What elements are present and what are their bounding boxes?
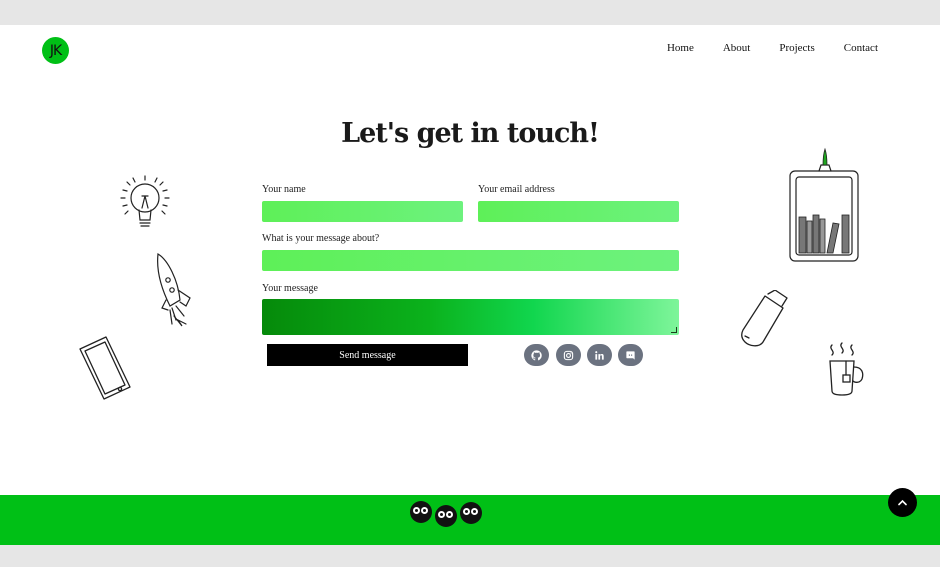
soot-sprite-icon: [435, 505, 457, 527]
send-message-button[interactable]: Send message: [267, 344, 468, 366]
main-nav: Home About Projects Contact: [638, 42, 878, 54]
instagram-icon[interactable]: [556, 344, 581, 366]
coffee-mug-icon: [829, 342, 864, 396]
name-label: Your name: [262, 184, 306, 195]
subject-label: What is your message about?: [262, 233, 380, 244]
email-input[interactable]: [478, 201, 679, 222]
nav-home[interactable]: Home: [667, 42, 694, 54]
logo[interactable]: JK: [42, 37, 69, 64]
rocket-icon: [157, 253, 191, 327]
linkedin-icon[interactable]: [587, 344, 612, 366]
scroll-to-top-button[interactable]: [888, 488, 917, 517]
contact-page: JK Home About Projects Contact Let's get…: [0, 25, 940, 545]
nav-contact[interactable]: Contact: [844, 42, 878, 54]
usb-drive-icon: [741, 290, 788, 347]
email-label: Your email address: [478, 184, 555, 195]
chevron-up-icon: [898, 499, 907, 506]
discord-icon[interactable]: [618, 344, 643, 366]
lightbulb-icon: [120, 175, 170, 227]
subject-input[interactable]: [262, 250, 679, 271]
soot-sprite-icon: [410, 501, 432, 523]
nav-projects[interactable]: Projects: [779, 42, 814, 54]
message-textarea[interactable]: [262, 299, 679, 335]
message-label: Your message: [262, 283, 318, 294]
soot-sprite-icon: [460, 502, 482, 524]
github-icon[interactable]: [524, 344, 549, 366]
footer: [0, 495, 940, 545]
name-input[interactable]: [262, 201, 463, 222]
nav-about[interactable]: About: [723, 42, 751, 54]
bookshelf-icon: [789, 147, 859, 262]
smartphone-icon: [79, 336, 131, 400]
